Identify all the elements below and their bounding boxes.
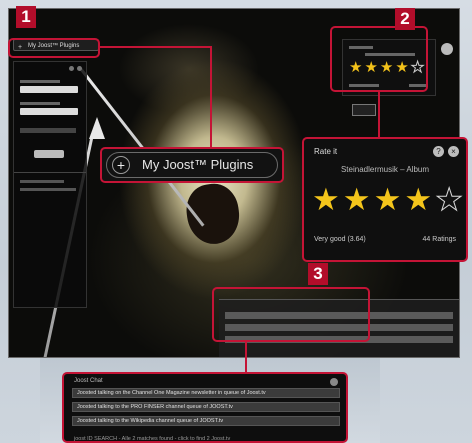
star-icon[interactable]: ★ bbox=[312, 183, 340, 217]
password-field[interactable] bbox=[20, 108, 78, 115]
cursor-arrow-icon bbox=[89, 117, 105, 139]
plus-circle-icon[interactable]: + bbox=[112, 156, 130, 174]
minimize-icon[interactable] bbox=[69, 66, 74, 71]
connector-line bbox=[378, 92, 380, 138]
chat-row[interactable]: Joosted talking on the Channel One Magaz… bbox=[72, 388, 340, 398]
chat-callout: Joost Chat Joosted talking on the Channe… bbox=[62, 372, 348, 443]
star-outline-icon[interactable]: ★ bbox=[435, 182, 464, 217]
callout-badge-1: 1 bbox=[16, 6, 36, 28]
login-button[interactable] bbox=[34, 150, 64, 158]
rating-title: Rate it bbox=[314, 147, 338, 156]
plugins-callout: + My Joost™ Plugins bbox=[100, 147, 284, 183]
highlight-chat-source bbox=[212, 287, 370, 342]
highlight-plugins-source bbox=[8, 38, 100, 58]
chat-row[interactable]: Joosted talking to the PRO FINSER channe… bbox=[72, 402, 340, 412]
login-sidebar bbox=[13, 61, 87, 308]
rating-callout: Rate it ? × Steinadlermusik – Album ★ ★ … bbox=[302, 137, 468, 262]
close-icon[interactable]: × bbox=[448, 146, 459, 157]
sidebar-text-line bbox=[20, 180, 64, 183]
username-field[interactable] bbox=[20, 86, 78, 93]
chat-title: Joost Chat bbox=[74, 378, 103, 384]
connector-line bbox=[210, 46, 212, 148]
close-icon[interactable] bbox=[77, 66, 82, 71]
chat-row[interactable]: Joosted talking to the Wikipedia channel… bbox=[72, 416, 340, 426]
rating-count: 44 Ratings bbox=[422, 236, 456, 243]
sidebar-divider bbox=[14, 172, 86, 173]
sidebar-text-line bbox=[20, 188, 76, 191]
highlight-rating-source bbox=[330, 26, 428, 92]
password-label bbox=[20, 102, 60, 105]
star-rating[interactable]: ★ ★ ★ ★ ★ bbox=[312, 182, 464, 217]
star-icon[interactable]: ★ bbox=[343, 183, 371, 217]
plugins-label: My Joost™ Plugins bbox=[142, 157, 254, 172]
callout-badge-2: 2 bbox=[395, 8, 415, 30]
star-icon[interactable]: ★ bbox=[404, 183, 432, 217]
chat-footer: joost ID SEARCH - Alle 2 matches found -… bbox=[74, 436, 231, 442]
connector-line bbox=[100, 46, 212, 48]
help-icon[interactable]: ? bbox=[433, 146, 444, 157]
connector-line bbox=[245, 342, 247, 373]
rating-score: Very good (3.64) bbox=[314, 236, 366, 243]
remember-checkbox[interactable] bbox=[20, 128, 76, 133]
username-label bbox=[20, 80, 60, 83]
close-icon[interactable] bbox=[330, 378, 338, 386]
star-icon[interactable]: ★ bbox=[374, 183, 402, 217]
settings-icon[interactable] bbox=[441, 43, 453, 55]
callout-badge-3: 3 bbox=[308, 263, 328, 285]
mini-action-button[interactable] bbox=[352, 104, 376, 116]
sidebar-controls bbox=[18, 66, 82, 72]
rating-subtitle: Steinadlermusik – Album bbox=[340, 165, 430, 174]
